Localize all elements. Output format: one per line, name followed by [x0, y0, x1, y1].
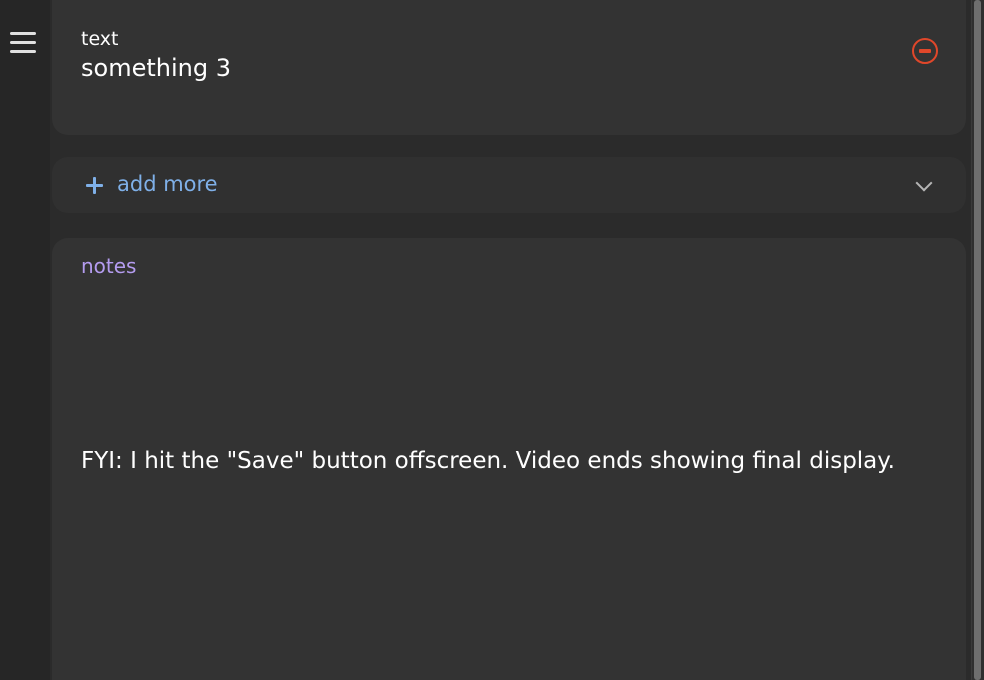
main-content: text something 3 add more notes FYI: I h…	[50, 0, 972, 680]
chevron-down-icon[interactable]	[915, 174, 933, 192]
notes-card: notes FYI: I hit the "Save" button offsc…	[52, 238, 966, 680]
add-more-label: add more	[117, 172, 218, 196]
scrollbar[interactable]	[971, 0, 984, 680]
item-card: text something 3	[52, 0, 966, 135]
notes-text[interactable]: FYI: I hit the "Save" button offscreen. …	[81, 448, 895, 474]
remove-circle-icon[interactable]	[912, 38, 938, 64]
notes-label: notes	[81, 254, 137, 278]
scrollbar-thumb[interactable]	[974, 0, 981, 680]
item-field-value: something 3	[81, 54, 231, 82]
hamburger-menu-icon[interactable]	[10, 30, 36, 56]
left-rail	[0, 0, 50, 680]
plus-icon	[86, 177, 103, 194]
item-field-label: text	[81, 28, 119, 50]
app-window: text something 3 add more notes FYI: I h…	[0, 0, 984, 680]
add-more-button[interactable]: add more	[52, 157, 966, 213]
